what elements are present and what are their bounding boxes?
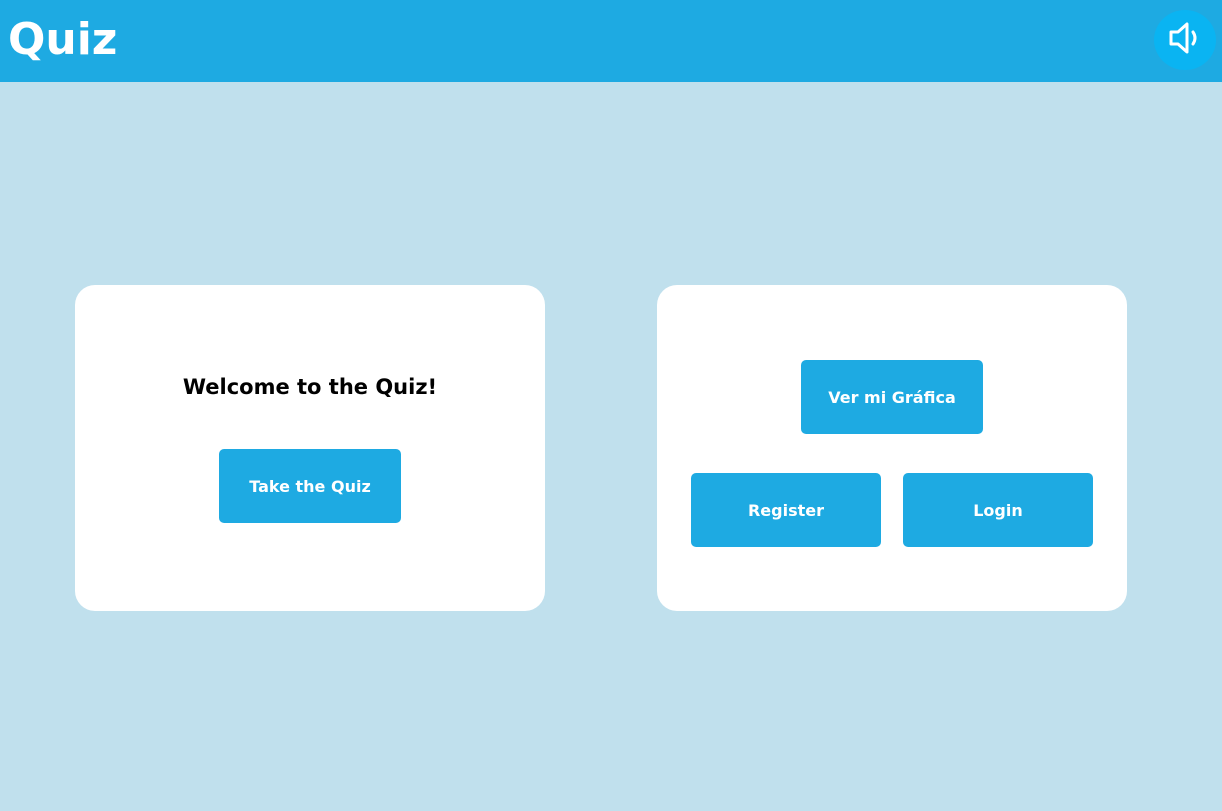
- app-title: Quiz: [8, 14, 118, 65]
- login-button[interactable]: Login: [903, 473, 1093, 547]
- view-chart-button[interactable]: Ver mi Gráfica: [801, 360, 983, 434]
- speaker-icon: [1165, 18, 1205, 62]
- welcome-card: Welcome to the Quiz! Take the Quiz: [75, 285, 545, 611]
- top-bar: Quiz: [0, 0, 1222, 82]
- sound-toggle-button[interactable]: [1154, 10, 1216, 70]
- take-quiz-button[interactable]: Take the Quiz: [219, 449, 401, 523]
- register-button[interactable]: Register: [691, 473, 881, 547]
- welcome-heading: Welcome to the Quiz!: [182, 375, 438, 399]
- account-card: Ver mi Gráfica Register Login: [657, 285, 1127, 611]
